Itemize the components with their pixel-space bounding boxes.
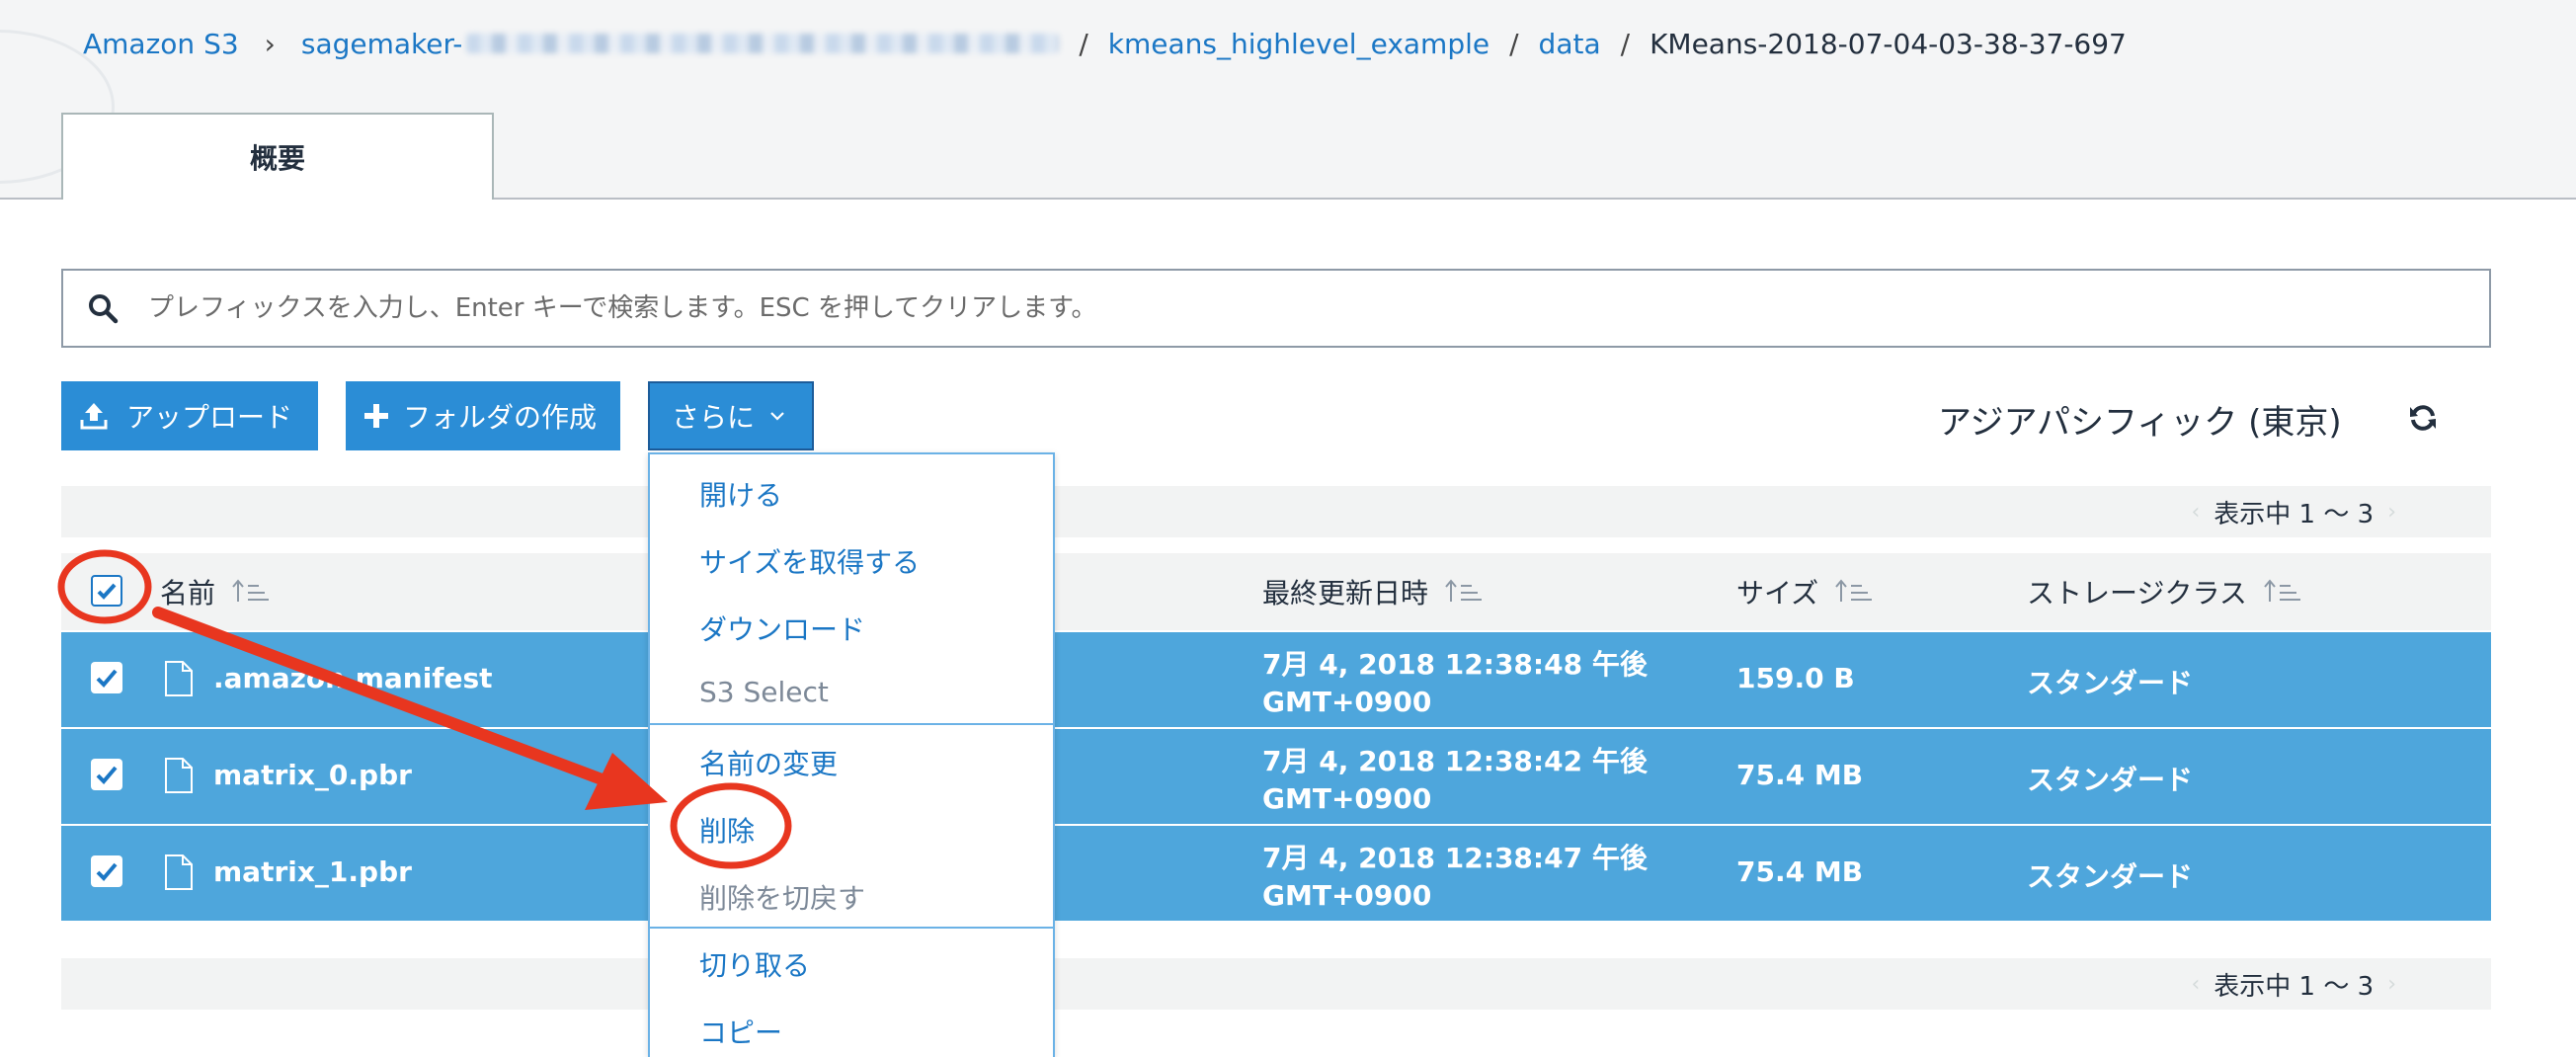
menu-item-cut[interactable]: 切り取る (699, 944, 810, 984)
file-name-link[interactable]: matrix_1.pbr (213, 855, 412, 888)
breadcrumb-separator: / (1509, 27, 1519, 60)
region-label: アジアパシフィック (東京) (1938, 403, 2342, 443)
last-modified-cell: 7月 4, 2018 12:38:48 午後 GMT+0900 (1262, 646, 1648, 721)
refresh-icon[interactable] (2408, 403, 2438, 433)
breadcrumb-data-link[interactable]: data (1539, 28, 1601, 60)
search-box (61, 269, 2491, 348)
breadcrumb-root-link[interactable]: Amazon S3 (83, 28, 239, 60)
plus-icon (364, 404, 388, 428)
breadcrumb: Amazon S3 › sagemaker- / kmeans_highleve… (83, 24, 2127, 63)
storage-class-cell: スタンダード (2027, 860, 2194, 893)
sort-icon (1445, 579, 1483, 602)
table-row[interactable]: .amazon.manifest 7月 4, 2018 12:38:48 午後 … (61, 632, 2491, 727)
breadcrumb-separator: / (1620, 27, 1631, 60)
row-checkbox[interactable] (91, 759, 122, 790)
timezone-line: GMT+0900 (1262, 782, 1432, 815)
date-line: 7月 4, 2018 12:38:48 午後 (1262, 648, 1648, 681)
size-cell: 159.0 B (1736, 662, 1855, 694)
sort-icon (1835, 579, 1873, 602)
pager-prev-icon[interactable]: ‹ (2191, 500, 2200, 525)
table-row[interactable]: matrix_1.pbr 7月 4, 2018 12:38:47 午後 GMT+… (61, 826, 2491, 921)
pager-prev-icon[interactable]: ‹ (2191, 972, 2200, 997)
more-actions-button[interactable]: さらに (648, 381, 814, 450)
pager-label: 表示中 1 ～ 3 (2214, 971, 2375, 1002)
breadcrumb-folder-link[interactable]: kmeans_highlevel_example (1108, 28, 1489, 60)
upload-button[interactable]: アップロード (61, 381, 318, 450)
pager-next-icon[interactable]: › (2387, 500, 2396, 525)
tab-overview[interactable]: 概要 (61, 113, 494, 200)
checkbox-checked-icon (96, 862, 118, 881)
column-label: サイズ (1736, 577, 1819, 610)
table-header: 名前 最終更新日時 サイズ ストレージクラス (61, 553, 2491, 630)
file-icon (165, 758, 193, 793)
breadcrumb-bucket-link[interactable]: sagemaker- (301, 28, 1060, 60)
last-modified-cell: 7月 4, 2018 12:38:47 午後 GMT+0900 (1262, 840, 1648, 915)
breadcrumb-separator: › (264, 27, 276, 60)
redacted-bucket-name (466, 33, 1060, 53)
column-header-name[interactable]: 名前 (160, 553, 271, 630)
file-name-link[interactable]: matrix_0.pbr (213, 759, 412, 791)
more-actions-button-label: さらに (672, 401, 756, 434)
file-name-link[interactable]: .amazon.manifest (213, 662, 493, 694)
pager-band-bottom: ‹ 表示中 1 ～ 3 › (61, 958, 2491, 1010)
pager-next-icon[interactable]: › (2387, 972, 2396, 997)
menu-item-delete[interactable]: 削除 (699, 810, 755, 850)
pager-band-top: ‹ 表示中 1 ～ 3 › (61, 486, 2491, 537)
menu-divider (650, 927, 1053, 929)
menu-item-s3-select: S3 Select (699, 676, 829, 708)
column-label: ストレージクラス (2027, 577, 2247, 610)
sort-icon (2264, 579, 2300, 602)
pagination-bottom: ‹ 表示中 1 ～ 3 › (2177, 958, 2410, 1010)
upload-button-label: アップロード (126, 401, 293, 434)
breadcrumb-separator: / (1079, 27, 1088, 60)
menu-item-copy[interactable]: コピー (699, 1012, 782, 1051)
timezone-line: GMT+0900 (1262, 686, 1432, 718)
column-header-storage-class[interactable]: ストレージクラス (2027, 553, 2302, 630)
date-line: 7月 4, 2018 12:38:47 午後 (1262, 842, 1648, 874)
menu-divider (650, 723, 1053, 725)
checkbox-checked-icon (96, 766, 118, 784)
size-cell: 75.4 MB (1736, 855, 1864, 888)
table-row[interactable]: matrix_0.pbr 7月 4, 2018 12:38:42 午後 GMT+… (61, 729, 2491, 824)
pager-label: 表示中 1 ～ 3 (2214, 499, 2375, 529)
column-label: 最終更新日時 (1262, 577, 1429, 610)
sort-icon (232, 579, 270, 602)
storage-class-cell: スタンダード (2027, 764, 2194, 796)
search-icon (89, 294, 119, 324)
checkbox-checked-icon (97, 583, 117, 600)
more-actions-menu: 開ける サイズを取得する ダウンロード S3 Select 名前の変更 削除 削… (648, 452, 1055, 1057)
checkbox-checked-icon (96, 669, 118, 688)
create-folder-button-label: フォルダの作成 (403, 401, 598, 434)
create-folder-button[interactable]: フォルダの作成 (346, 381, 620, 450)
chevron-down-icon (770, 412, 784, 421)
date-line: 7月 4, 2018 12:38:42 午後 (1262, 745, 1648, 777)
menu-item-download[interactable]: ダウンロード (699, 609, 865, 648)
timezone-line: GMT+0900 (1262, 879, 1432, 912)
search-input[interactable] (146, 292, 2489, 324)
menu-item-open[interactable]: 開ける (699, 474, 782, 514)
menu-item-get-size[interactable]: サイズを取得する (699, 541, 920, 581)
file-icon (165, 854, 193, 890)
menu-item-rename[interactable]: 名前の変更 (699, 743, 838, 782)
column-header-last-modified[interactable]: 最終更新日時 (1262, 553, 1484, 630)
row-checkbox[interactable] (91, 662, 122, 693)
column-label: 名前 (160, 577, 216, 610)
upload-icon (80, 403, 108, 430)
menu-item-undo-delete: 削除を切戻す (699, 882, 866, 915)
pagination-top: ‹ 表示中 1 ～ 3 › (2177, 486, 2410, 537)
size-cell: 75.4 MB (1736, 759, 1864, 791)
file-icon (165, 661, 193, 696)
last-modified-cell: 7月 4, 2018 12:38:42 午後 GMT+0900 (1262, 743, 1648, 818)
row-checkbox[interactable] (91, 855, 122, 887)
storage-class-cell: スタンダード (2027, 667, 2194, 699)
select-all-checkbox[interactable] (91, 575, 122, 607)
column-header-size[interactable]: サイズ (1736, 553, 1874, 630)
breadcrumb-current: KMeans-2018-07-04-03-38-37-697 (1650, 27, 2127, 60)
